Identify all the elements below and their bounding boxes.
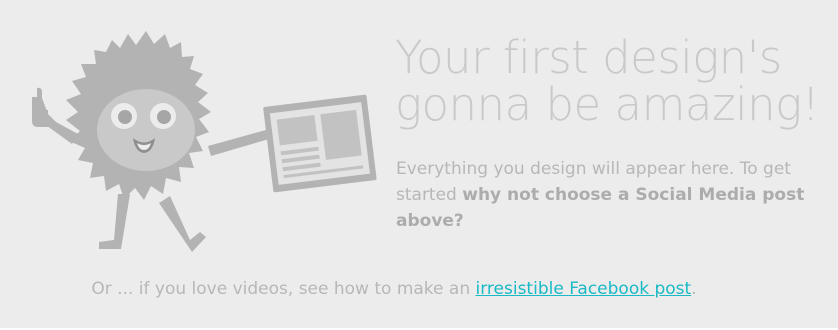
irresistible-facebook-post-link[interactable]: irresistible Facebook post (476, 279, 692, 299)
video-tip-line: Or ... if you love videos, see how to ma… (0, 279, 788, 299)
fuzzy-monster-icon (32, 31, 377, 252)
video-tip-period: . (691, 279, 697, 299)
empty-state-headline: Your first design's gonna be amazing! (395, 31, 820, 131)
empty-state-panel: Your first design's gonna be amazing! Ev… (0, 0, 838, 328)
empty-state-description: Everything you design will appear here. … (396, 156, 816, 234)
video-tip-text: Or ... if you love videos, see how to ma… (91, 279, 476, 299)
